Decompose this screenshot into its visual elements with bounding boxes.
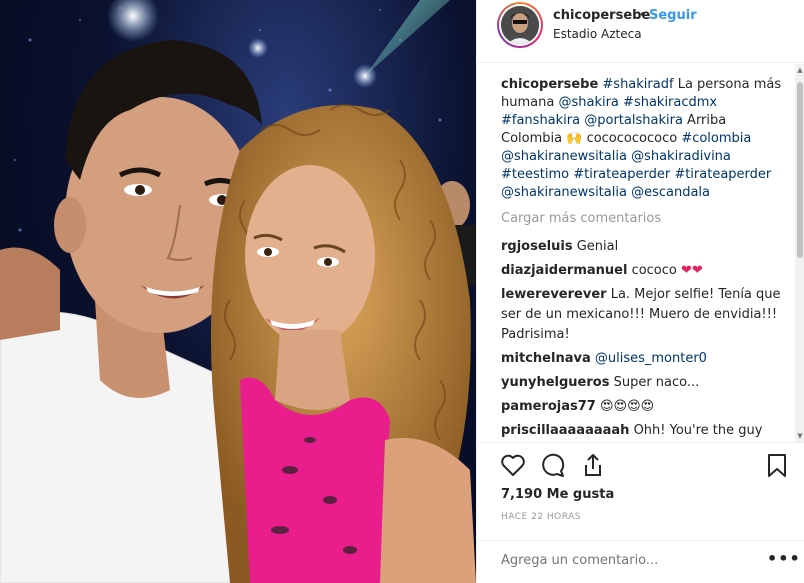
mention[interactable]: @portalshakira xyxy=(584,113,683,128)
comment-item: lewereverever La. Mejor selfie! Tenía qu… xyxy=(501,285,791,345)
mention[interactable]: @ulises_monter0 xyxy=(595,351,707,366)
mention[interactable]: @shakiradivina xyxy=(631,149,731,164)
hashtag[interactable]: #teestimo xyxy=(501,167,569,182)
caption-text: cocococococo xyxy=(586,131,678,146)
avatar-portrait-icon xyxy=(501,6,539,44)
heart-outline-icon xyxy=(501,454,525,476)
comment-item: mitchelnava @ulises_monter0 xyxy=(501,349,791,369)
like-button[interactable] xyxy=(499,451,527,479)
mention[interactable]: @shakira xyxy=(558,95,618,110)
comment-item: diazjaidermanuel cococo ❤❤ xyxy=(501,261,791,281)
comment-button[interactable] xyxy=(539,451,567,479)
comment-item: rgjoseluis Genial xyxy=(501,237,791,257)
hashtag[interactable]: #shakiracdmx xyxy=(623,95,717,110)
hashtag[interactable]: #tirateaperder xyxy=(573,167,670,182)
comment-username[interactable]: mitchelnava xyxy=(501,351,591,366)
add-comment-input[interactable] xyxy=(501,553,751,568)
post-photo[interactable] xyxy=(0,0,476,583)
raised-hands-emoji: 🙌 xyxy=(566,131,583,146)
share-button[interactable] xyxy=(579,451,607,479)
heart-icon: ❤❤ xyxy=(681,263,703,278)
comment-username[interactable]: rgjoseluis xyxy=(501,239,573,254)
add-comment-bar: ••• xyxy=(477,540,804,583)
comment-username[interactable]: lewereverever xyxy=(501,287,607,302)
hashtag[interactable]: #tirateaperder xyxy=(674,167,771,182)
follow-button[interactable]: Seguir xyxy=(649,8,697,23)
selfie-illustration xyxy=(0,0,476,583)
author-username[interactable]: chicopersebe xyxy=(553,8,650,23)
post-header: chicopersebe • Seguir Estadio Azteca xyxy=(477,0,804,63)
comment-text: cococo xyxy=(631,263,677,278)
heart-eyes-emoji: 😍😍😍😍 xyxy=(599,399,655,414)
post-caption: chicopersebe #shakiradf La persona más h… xyxy=(501,76,791,202)
load-more-comments-button[interactable]: Cargar más comentarios xyxy=(501,210,795,228)
comments-list: chicopersebe #shakiradf La persona más h… xyxy=(477,64,795,442)
comment-username[interactable]: yunyhelgueros xyxy=(501,375,609,390)
post-timestamp[interactable]: HACE 22 HORAS xyxy=(501,512,581,522)
separator-dot: • xyxy=(639,8,647,23)
post-details-panel: chicopersebe • Seguir Estadio Azteca chi… xyxy=(476,0,804,583)
save-button[interactable] xyxy=(763,451,791,479)
hashtag[interactable]: #shakiradf xyxy=(602,77,673,92)
comment-username[interactable]: priscillaaaaaaaah xyxy=(501,423,629,438)
bookmark-icon xyxy=(768,454,786,477)
comment-text: Super naco... xyxy=(613,375,700,390)
avatar[interactable] xyxy=(497,2,543,48)
comment-item: yunyhelgueros Super naco... xyxy=(501,373,791,393)
hashtag[interactable]: #colombia xyxy=(681,131,751,146)
likes-count[interactable]: 7,190 Me gusta xyxy=(501,487,614,502)
avatar-image xyxy=(501,6,539,44)
location-link[interactable]: Estadio Azteca xyxy=(553,27,642,41)
comment-username[interactable]: diazjaidermanuel xyxy=(501,263,627,278)
hashtag[interactable]: #fanshakira xyxy=(501,113,580,128)
comment-text: Genial xyxy=(576,239,619,254)
mention[interactable]: @shakiranewsitalia xyxy=(501,185,627,200)
mention[interactable]: @escandala xyxy=(631,185,710,200)
comment-item: priscillaaaaaaaah Ohh! You're the guy wh… xyxy=(501,421,791,442)
scroll-down-icon[interactable]: ▼ xyxy=(796,432,804,440)
comment-username[interactable]: pamerojas77 xyxy=(501,399,596,414)
post-actions: 7,190 Me gusta HACE 22 HORAS ••• xyxy=(477,442,804,583)
scroll-thumb[interactable] xyxy=(797,82,803,258)
mention[interactable]: @shakiranewsitalia xyxy=(501,149,627,164)
comments-scrollbar[interactable]: ▲ ▼ xyxy=(795,64,804,442)
comment-item: pamerojas77 😍😍😍😍 xyxy=(501,397,791,417)
caption-username[interactable]: chicopersebe xyxy=(501,77,598,92)
share-icon xyxy=(585,454,601,476)
speech-bubble-icon xyxy=(542,453,565,477)
more-options-icon[interactable]: ••• xyxy=(767,549,801,568)
scroll-up-icon[interactable]: ▲ xyxy=(796,66,804,74)
